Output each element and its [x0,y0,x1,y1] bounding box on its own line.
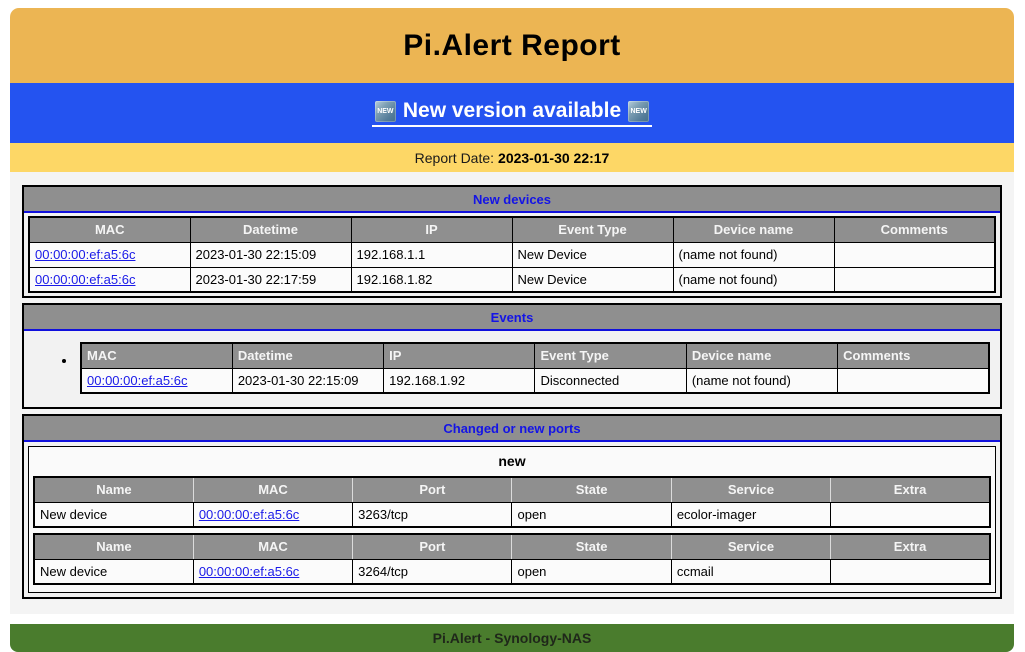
new-version-link[interactable]: NEW New version available NEW [372,99,652,127]
cell-extra [831,502,990,527]
cell-comments [838,368,989,393]
column-header-comments: Comments [838,343,989,368]
column-header-ip: IP [384,343,535,368]
cell-state: open [512,559,671,584]
footer-label: Pi.Alert - Synology-NAS [433,630,592,646]
cell-event-type: Disconnected [535,368,686,393]
events-list-item: MAC Datetime IP Event Type Device name C… [76,342,994,394]
cell-device-name: (name not found) [673,242,834,267]
column-header-name: Name [34,534,193,559]
table-header-row: Name MAC Port State Service Extra [34,534,990,559]
new-version-label: New version available [403,99,621,123]
column-header-device-name: Device name [686,343,837,368]
ports-table-1: Name MAC Port State Service Extra New de… [33,476,991,528]
cell-event-type: New Device [512,267,673,292]
cell-mac: 00:00:00:ef:a5:6c [29,267,190,292]
table-row: New device 00:00:00:ef:a5:6c 3264/tcp op… [34,559,990,584]
report-date-label: Report Date: [415,150,494,166]
cell-datetime: 2023-01-30 22:17:59 [190,267,351,292]
section-ports: Changed or new ports new Name MAC Port S… [22,414,1002,599]
mac-link[interactable]: 00:00:00:ef:a5:6c [35,272,135,287]
column-header-mac: MAC [29,217,190,242]
cell-mac: 00:00:00:ef:a5:6c [193,502,352,527]
cell-mac: 00:00:00:ef:a5:6c [29,242,190,267]
table-header-row: MAC Datetime IP Event Type Device name C… [29,217,995,242]
table-row: 00:00:00:ef:a5:6c 2023-01-30 22:15:09 19… [81,368,989,393]
column-header-mac: MAC [193,534,352,559]
column-header-state: State [512,534,671,559]
cell-extra [831,559,990,584]
cell-comments [834,267,995,292]
cell-event-type: New Device [512,242,673,267]
cell-comments [834,242,995,267]
cell-ip: 192.168.1.1 [351,242,512,267]
ports-group-label: new [29,447,995,474]
column-header-state: State [512,477,671,502]
column-header-port: Port [353,477,512,502]
report-date-bar: Report Date: 2023-01-30 22:17 [10,143,1014,172]
mac-link[interactable]: 00:00:00:ef:a5:6c [199,564,299,579]
column-header-service: Service [671,534,830,559]
cell-state: open [512,502,671,527]
column-header-ip: IP [351,217,512,242]
cell-service: ccmail [671,559,830,584]
table-header-row: MAC Datetime IP Event Type Device name C… [81,343,989,368]
column-header-extra: Extra [831,477,990,502]
report-body: New devices MAC Datetime IP Event Type D… [10,172,1014,614]
section-new-devices: New devices MAC Datetime IP Event Type D… [22,185,1002,298]
cell-name: New device [34,502,193,527]
report-container: Pi.Alert Report NEW New version availabl… [10,8,1014,652]
column-header-datetime: Datetime [232,343,383,368]
new-version-banner: NEW New version available NEW [10,83,1014,143]
report-header: Pi.Alert Report [10,8,1014,83]
column-header-mac: MAC [193,477,352,502]
events-list: MAC Datetime IP Event Type Device name C… [24,342,994,394]
column-header-service: Service [671,477,830,502]
column-header-event-type: Event Type [535,343,686,368]
new-devices-table: MAC Datetime IP Event Type Device name C… [28,216,996,293]
cell-port: 3263/tcp [353,502,512,527]
events-table: MAC Datetime IP Event Type Device name C… [80,342,990,394]
column-header-extra: Extra [831,534,990,559]
mac-link[interactable]: 00:00:00:ef:a5:6c [199,507,299,522]
column-header-port: Port [353,534,512,559]
ports-new-group: new Name MAC Port State Service Extra [28,446,996,593]
cell-datetime: 2023-01-30 22:15:09 [190,242,351,267]
report-footer: Pi.Alert - Synology-NAS [10,624,1014,652]
table-header-row: Name MAC Port State Service Extra [34,477,990,502]
mac-link[interactable]: 00:00:00:ef:a5:6c [87,373,187,388]
column-header-mac: MAC [81,343,232,368]
mac-link[interactable]: 00:00:00:ef:a5:6c [35,247,135,262]
report-date-value: 2023-01-30 22:17 [498,150,609,166]
column-header-datetime: Datetime [190,217,351,242]
new-badge-icon: NEW [628,101,649,122]
cell-service: ecolor-imager [671,502,830,527]
page-title: Pi.Alert Report [403,29,621,63]
cell-mac: 00:00:00:ef:a5:6c [193,559,352,584]
cell-ip: 192.168.1.92 [384,368,535,393]
cell-datetime: 2023-01-30 22:15:09 [232,368,383,393]
section-title-new-devices: New devices [24,187,1000,213]
table-row: New device 00:00:00:ef:a5:6c 3263/tcp op… [34,502,990,527]
cell-port: 3264/tcp [353,559,512,584]
column-header-event-type: Event Type [512,217,673,242]
new-badge-icon: NEW [375,101,396,122]
section-title-ports: Changed or new ports [24,416,1000,442]
cell-mac: 00:00:00:ef:a5:6c [81,368,232,393]
table-row: 00:00:00:ef:a5:6c 2023-01-30 22:17:59 19… [29,267,995,292]
column-header-name: Name [34,477,193,502]
column-header-comments: Comments [834,217,995,242]
cell-device-name: (name not found) [673,267,834,292]
section-title-events: Events [24,305,1000,331]
cell-device-name: (name not found) [686,368,837,393]
cell-name: New device [34,559,193,584]
column-header-device-name: Device name [673,217,834,242]
section-events: Events MAC Datetime IP Event Type Device… [22,303,1002,409]
table-row: 00:00:00:ef:a5:6c 2023-01-30 22:15:09 19… [29,242,995,267]
cell-ip: 192.168.1.82 [351,267,512,292]
ports-table-2: Name MAC Port State Service Extra New de… [33,533,991,585]
